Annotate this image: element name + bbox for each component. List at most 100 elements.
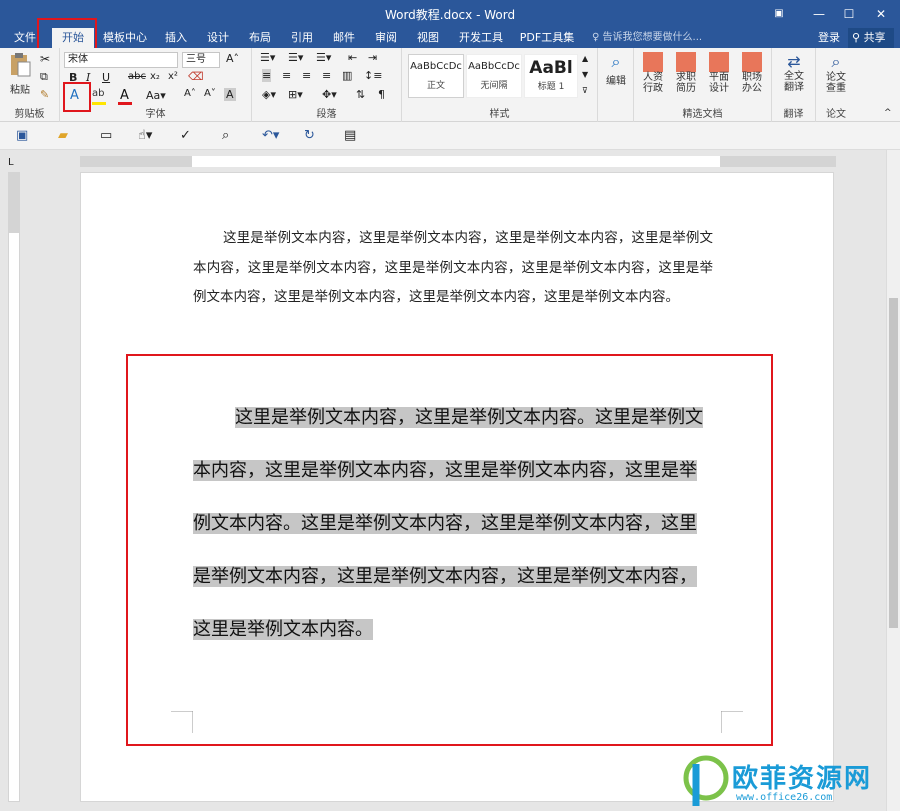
tab-mailings[interactable]: 邮件 (326, 28, 362, 48)
shrink-font-button[interactable]: A˅ (204, 88, 216, 99)
change-case-button[interactable]: Aa▾ (146, 89, 166, 102)
style-heading-1[interactable]: AaBl 标题 1 (524, 54, 578, 98)
vertical-scrollbar[interactable] (886, 150, 900, 811)
style-preview: AaBbCcDc (468, 61, 520, 72)
asian-layout-icon[interactable]: ✥▾ (322, 88, 337, 101)
styles-scroll-down-icon[interactable]: ▼ (582, 70, 588, 79)
char-shading-icon[interactable]: A (224, 88, 236, 101)
paragraph-group-label: 段落 (316, 109, 337, 120)
strikethrough-button[interactable]: abc (128, 71, 146, 82)
save-icon[interactable]: ▣ (16, 128, 28, 143)
redo-icon[interactable]: ↻ (304, 128, 315, 143)
vertical-ruler[interactable] (8, 172, 20, 802)
align-center-icon[interactable]: ≡ (282, 69, 291, 82)
editing-button[interactable]: ⌕ 编辑 (602, 52, 630, 87)
numbering-icon[interactable]: ☰▾ (288, 51, 303, 64)
template-design-button[interactable]: 平面 设计 (704, 52, 734, 94)
template-resume-button[interactable]: 求职 简历 (671, 52, 701, 94)
subscript-button[interactable]: x₂ (150, 71, 160, 82)
paragraph-1[interactable]: 这里是举例文本内容，这里是举例文本内容，这里是举例文本内容，这里是举例文本内容，… (193, 224, 713, 313)
watermark-name: 欧菲资源网 (732, 764, 873, 794)
align-left-icon[interactable]: ≡ (262, 69, 272, 82)
window-title: Word教程.docx - Word (384, 8, 516, 22)
increase-indent-icon[interactable]: ⇥ (368, 51, 377, 64)
paste-button[interactable]: 粘贴 (6, 52, 34, 96)
touch-mode-icon[interactable]: ☝▾ (138, 128, 152, 143)
change-case-label: Aa (146, 89, 161, 102)
resume-icon (676, 52, 696, 72)
shading-icon[interactable]: ◈▾ (262, 88, 276, 101)
highlight-color-icon[interactable]: ab (92, 88, 104, 99)
styles-group: AaBbCcDc 正文 AaBbCcDc 无间隔 AaBl 标题 1 ▲ ▼ ⊽ 样式 (402, 48, 598, 122)
tab-pdf-tools[interactable]: PDF工具集 (516, 28, 578, 48)
style-normal[interactable]: AaBbCcDc 正文 (408, 54, 464, 98)
cut-icon[interactable]: ✂ (40, 52, 50, 66)
selection-highlight-box (126, 354, 773, 746)
paper-group: ⌕ 论文 查重 论文 (816, 48, 856, 122)
grow-font-icon[interactable]: A˄ (226, 52, 239, 65)
tab-references[interactable]: 引用 (284, 28, 320, 48)
close-button[interactable]: ✕ (866, 0, 896, 28)
maximize-button[interactable]: ☐ (834, 0, 864, 28)
paste-label: 粘贴 (10, 85, 30, 96)
show-marks-icon[interactable]: ¶ (378, 88, 385, 101)
office-icon (742, 52, 762, 72)
login-link[interactable]: 登录 (818, 28, 840, 48)
clear-format-icon[interactable]: ⌫ (188, 70, 204, 83)
design-icon (709, 52, 729, 72)
share-button[interactable]: ⚲ 共享 (848, 28, 894, 48)
ribbon-tabs: 文件 开始 模板中心 插入 设计 布局 引用 邮件 审阅 视图 开发工具 PDF… (0, 28, 900, 48)
copy-icon[interactable]: ⧉ (40, 70, 48, 84)
translate-group-label: 翻译 (783, 109, 804, 120)
styles-scroll-up-icon[interactable]: ▲ (582, 54, 588, 63)
collapse-ribbon-icon[interactable]: ^ (884, 108, 892, 118)
translate-icon: ⇄ (787, 52, 801, 71)
tab-layout[interactable]: 布局 (242, 28, 278, 48)
minimize-button[interactable]: — (804, 0, 834, 28)
undo-icon[interactable]: ↶▾ (262, 128, 279, 143)
multilevel-list-icon[interactable]: ☰▾ (316, 51, 331, 64)
line-spacing-icon[interactable]: ↕≡ (364, 69, 382, 82)
new-doc-icon[interactable]: ▭ (100, 128, 112, 143)
tab-template-center[interactable]: 模板中心 (98, 28, 152, 48)
grow-font-button[interactable]: A˄ (184, 88, 196, 99)
print-preview-icon[interactable]: ⌕ (222, 128, 229, 143)
tab-developer[interactable]: 开发工具 (454, 28, 508, 48)
font-size-select[interactable]: 三号 (182, 52, 220, 68)
tell-me-search[interactable]: ♀ 告诉我您想要做什么... (592, 28, 702, 48)
align-right-icon[interactable]: ≡ (302, 69, 311, 82)
scroll-thumb[interactable] (889, 298, 898, 628)
tab-review[interactable]: 审阅 (368, 28, 404, 48)
font-color-icon[interactable]: A (120, 88, 129, 103)
borders-icon[interactable]: ⊞▾ (288, 88, 303, 101)
template-hr-button[interactable]: 人资 行政 (638, 52, 668, 94)
styles-more-icon[interactable]: ⊽ (582, 86, 588, 95)
superscript-button[interactable]: x² (168, 71, 178, 82)
style-name: 标题 1 (537, 82, 565, 92)
style-name: 无间隔 (480, 81, 508, 91)
tab-design[interactable]: 设计 (200, 28, 236, 48)
title-bar: ▣ Word教程.docx - Word — ☐ ✕ (0, 0, 900, 28)
paper-group-label: 论文 (826, 109, 846, 120)
format-painter-icon[interactable]: ✎ (40, 88, 49, 101)
translate-button[interactable]: ⇄ 全文 翻译 (778, 52, 810, 93)
paper-check-button[interactable]: ⌕ 论文 查重 (820, 52, 852, 94)
font-name-select[interactable]: 宋体 (64, 52, 178, 68)
tab-selector-icon[interactable]: L (8, 157, 14, 168)
open-folder-icon[interactable]: ▰ (58, 128, 68, 143)
tab-insert[interactable]: 插入 (158, 28, 194, 48)
justify-icon[interactable]: ≡ (322, 69, 331, 82)
spelling-icon[interactable]: ✓ (180, 128, 191, 143)
decrease-indent-icon[interactable]: ⇤ (348, 51, 357, 64)
template-office-button[interactable]: 职场 办公 (737, 52, 767, 94)
home-tab-highlight (37, 18, 97, 50)
sort-icon[interactable]: ⇅ (356, 88, 365, 101)
distributed-icon[interactable]: ▥ (342, 69, 352, 82)
horizontal-ruler[interactable] (80, 156, 836, 167)
bullets-icon[interactable]: ☰▾ (260, 51, 275, 64)
watermark-url: www.office26.com (736, 792, 833, 803)
underline-button[interactable]: U (102, 71, 110, 84)
style-no-spacing[interactable]: AaBbCcDc 无间隔 (466, 54, 522, 98)
tab-view[interactable]: 视图 (410, 28, 446, 48)
customize-qat-icon[interactable]: ▤ (344, 128, 356, 143)
